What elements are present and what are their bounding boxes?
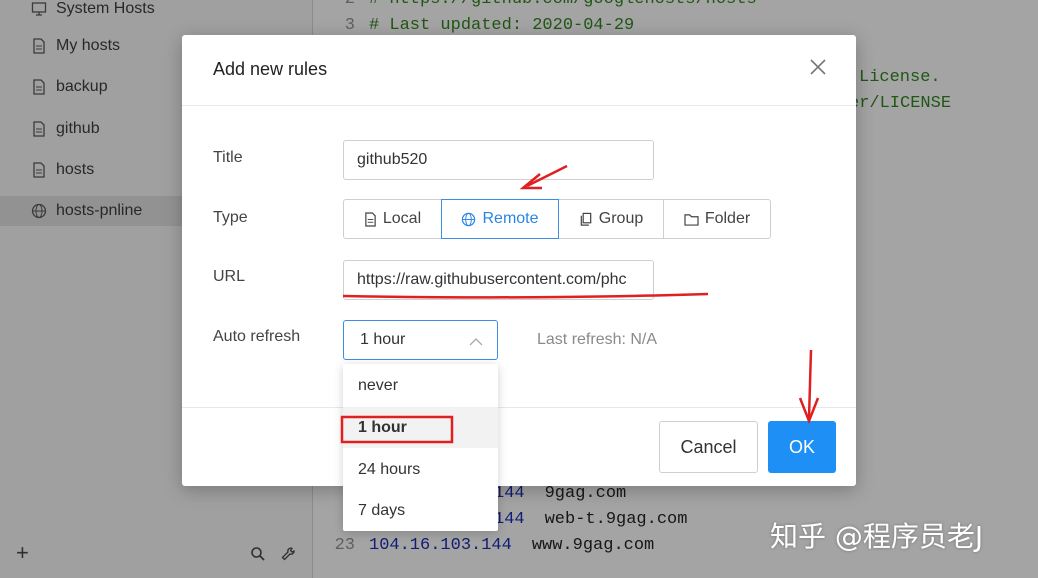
url-label: URL [213, 268, 246, 285]
auto-refresh-value: 1 hour [360, 331, 406, 348]
last-refresh-text: Last refresh: N/A [537, 331, 658, 348]
cancel-button[interactable]: Cancel [659, 421, 758, 473]
type-folder-label: Folder [704, 210, 751, 227]
dropdown-option-1-hour[interactable]: 1 hour [343, 407, 498, 448]
dialog-title: Add new rules [213, 59, 328, 79]
dropdown-option-never[interactable]: never [343, 365, 498, 406]
dropdown-option-7-days[interactable]: 7 days [343, 490, 498, 531]
globe-icon [461, 212, 476, 227]
auto-refresh-label: Auto refresh [213, 328, 301, 345]
type-remote-label: Remote [482, 210, 539, 227]
chevron-up-icon [469, 334, 483, 352]
watermark: 知乎 @程序员老J [770, 520, 984, 553]
title-input[interactable]: github520 [343, 140, 654, 180]
dropdown-option-24-hours[interactable]: 24 hours [343, 449, 498, 490]
auto-refresh-select[interactable]: 1 hour [343, 320, 498, 360]
title-label: Title [213, 149, 243, 166]
folder-icon [684, 213, 699, 226]
type-group-button[interactable]: Group [558, 199, 664, 239]
type-selector: Local Remote Group Folder [343, 199, 771, 239]
auto-refresh-dropdown: never 1 hour 24 hours 7 days [343, 364, 498, 531]
type-remote-button[interactable]: Remote [441, 199, 559, 239]
type-group-label: Group [598, 210, 644, 227]
url-input[interactable]: https://raw.githubusercontent.com/phc [343, 260, 654, 300]
type-label: Type [213, 209, 248, 226]
divider [182, 407, 856, 408]
type-local-label: Local [382, 210, 422, 227]
type-local-button[interactable]: Local [343, 199, 442, 239]
close-icon[interactable] [808, 57, 828, 77]
copy-icon [579, 212, 593, 227]
file-icon [364, 211, 377, 227]
type-folder-button[interactable]: Folder [663, 199, 771, 239]
divider [182, 105, 856, 106]
add-rules-dialog: Add new rules Title github520 Type Local… [182, 35, 856, 486]
ok-button[interactable]: OK [768, 421, 836, 473]
